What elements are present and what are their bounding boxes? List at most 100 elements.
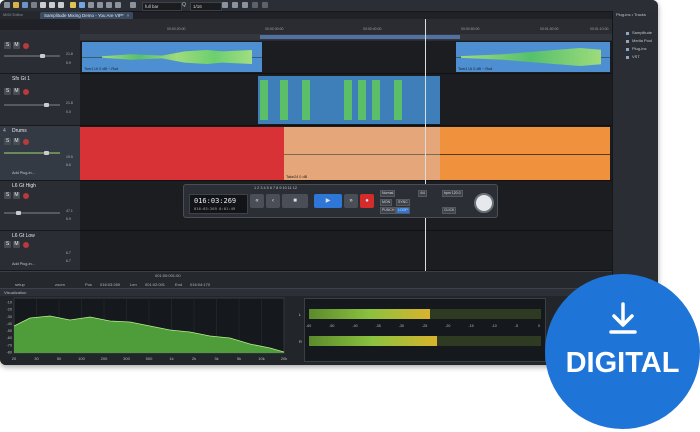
redo-icon[interactable] [252,2,258,8]
panel-item[interactable]: VST [632,54,640,59]
fullbar-select[interactable]: full bar [142,2,182,11]
click-button[interactable]: CLICK [442,207,457,214]
playhead[interactable] [425,19,426,271]
forward-button[interactable]: » [344,194,358,208]
mode-select[interactable]: Normal [380,190,396,197]
record-arm-button[interactable] [23,193,29,199]
track-header-1[interactable]: S M 21.8 5.9 [0,30,80,74]
track-header-2[interactable]: Sfx Gt 1 S M 21.8 0.0 [0,74,80,126]
copy-icon[interactable] [49,2,55,8]
timeline-ruler[interactable]: 00:00:20:00 00:00:30:00 00:00:40:00 00:0… [80,19,612,42]
solo-button[interactable]: S [4,138,11,145]
loop-range[interactable] [260,35,460,39]
punch-button[interactable]: PUNCH [380,207,397,214]
mute-button[interactable]: M [13,42,20,49]
folder-icon [626,48,629,51]
save-icon[interactable] [22,2,28,8]
jog-wheel[interactable] [474,193,494,213]
volume-fader[interactable] [4,212,60,214]
volume-fader[interactable] [4,152,60,154]
track-lane-2[interactable] [80,74,612,126]
track-volume: 21.8 [66,52,73,56]
mute-button[interactable]: M [13,138,20,145]
paste-icon[interactable] [58,2,64,8]
mute-button[interactable]: M [13,241,20,248]
normal-select[interactable]: 4/4 [418,190,427,197]
curve-tool-icon[interactable] [115,2,121,8]
rewind-button[interactable]: « [250,194,264,208]
len-value: 001:02:001 [145,282,166,287]
volume-fader[interactable] [4,55,60,57]
grid-icon[interactable] [130,2,136,8]
meter-scale-label: -30 [398,324,404,328]
meter-scale-label: -40 [352,324,358,328]
fader-knob[interactable] [44,103,49,107]
cursor-icon[interactable] [262,2,268,8]
tab-project-label: Samplitude Mixing Demo - You Are VIP* [44,13,124,18]
track-header-4[interactable]: L6 Gt High S M 47.1 5.9 [0,181,80,231]
panel-item[interactable]: Media Pool [632,38,652,43]
audio-object[interactable]: Tom1 UI 0 dB ~.Rod [456,42,610,72]
loop-icon[interactable] [242,2,248,8]
solo-button[interactable]: S [4,241,11,248]
zoom-tool-icon[interactable] [97,2,103,8]
ruler-tick: 00:00:30:00 [265,27,284,31]
panel-item[interactable]: Plug-ins [632,46,646,51]
solo-button[interactable]: S [4,42,11,49]
audio-object[interactable] [80,127,284,180]
fader-knob[interactable] [16,211,21,215]
volume-fader[interactable] [4,104,60,106]
tempo-field[interactable]: bpm 120.0 [442,190,463,197]
panel-item[interactable]: Samplitude [632,30,652,35]
fader-knob[interactable] [40,54,45,58]
range-tool-icon[interactable] [106,2,112,8]
record-arm-button[interactable] [23,139,29,145]
add-plugin-button[interactable]: Add Plug-in... [12,171,35,175]
record-button[interactable]: ● [360,194,374,208]
track-name: Sfx Gt 1 [12,76,31,82]
solo-button[interactable]: S [4,192,11,199]
track-header-5[interactable]: L6 Gt Low S M 6.7 6.7 Add Plug-in... [0,231,80,271]
track-lane-5[interactable] [80,231,612,271]
track-volume: 47.1 [66,209,73,213]
setup-label[interactable]: setup [15,282,25,287]
sync-button[interactable]: SYNC [396,199,410,206]
track-volume: 19.5 [66,155,73,159]
mute-button[interactable]: M [13,88,20,95]
stop-button[interactable]: ■ [282,194,308,208]
marker-band[interactable] [80,34,612,40]
close-icon[interactable]: × [127,13,130,18]
mon-button[interactable]: MON [380,199,393,206]
audio-object[interactable]: Take24 0 dB [284,127,440,180]
add-plugin-button[interactable]: Add Plug-in... [12,262,35,266]
object-tool-icon[interactable] [79,2,85,8]
track-lane-1[interactable]: Tom1 UI 0 dB ~.Rod Tom1 UI 0 dB ~.Rod [80,41,612,74]
record-arm-button[interactable] [23,89,29,95]
folder-icon[interactable] [13,2,19,8]
digital-badge: DIGITAL [545,274,700,429]
back-button[interactable]: ‹ [266,194,280,208]
draw-tool-icon[interactable] [70,2,76,8]
scrub-icon[interactable] [232,2,238,8]
undo-icon[interactable] [31,2,37,8]
audio-object[interactable]: Tom1 UI 0 dB ~.Rod [82,42,262,72]
quantize-select[interactable]: 1/16 [190,2,222,11]
play-button[interactable]: ▶ [314,194,342,208]
loop-button[interactable]: LOOP [396,207,410,214]
fader-knob[interactable] [44,151,49,155]
track-header-3[interactable]: 4 Drums S M 19.5 6.6 Add Plug-in... [0,126,80,181]
cut-icon[interactable] [40,2,46,8]
track-lane-3[interactable]: Take24 0 dB [80,126,612,181]
record-arm-button[interactable] [23,242,29,248]
y-tick-label: -30 [7,315,13,319]
audio-object[interactable] [440,127,610,180]
status-bar: 001:00:001:00 setup zoom Pos 016:03:269 … [0,271,612,289]
snap-icon[interactable] [222,2,228,8]
solo-button[interactable]: S [4,88,11,95]
record-arm-button[interactable] [23,43,29,49]
mute-button[interactable]: M [13,192,20,199]
file-icon[interactable] [4,2,10,8]
zoom-label[interactable]: zoom [55,282,65,287]
cut-tool-icon[interactable] [88,2,94,8]
tab-project[interactable]: Samplitude Mixing Demo - You Are VIP* × [40,12,134,19]
